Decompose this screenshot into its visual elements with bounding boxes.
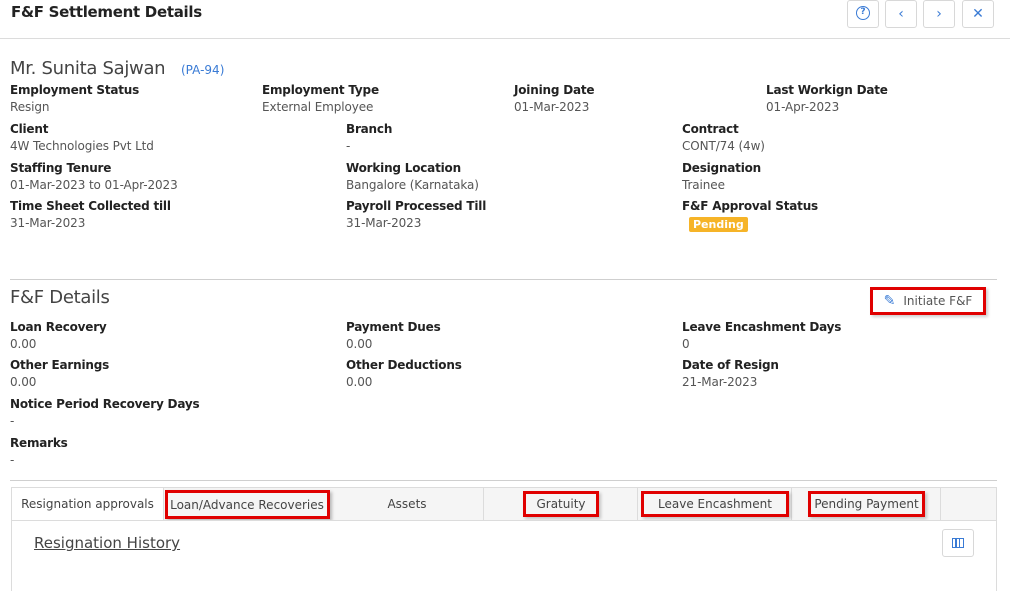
tab-leave-encashment[interactable]: Leave Encashment [639, 488, 792, 520]
field-value: Bangalore (Karnataka) [346, 178, 479, 192]
field-label: Date of Resign [682, 358, 779, 372]
status-badge: Pending [689, 217, 748, 232]
help-icon: ? [856, 6, 870, 20]
field-label: Last Workign Date [766, 83, 888, 97]
employment-type-field: Employment Type External Employee [262, 83, 379, 114]
field-value: 01-Apr-2023 [766, 100, 840, 114]
field-label: Client [10, 122, 49, 136]
field-value: CONT/74 (4w) [682, 139, 765, 153]
tab-label: Pending Payment [808, 491, 925, 517]
field-value: 31-Mar-2023 [346, 216, 422, 230]
loan-recovery-field: Loan Recovery 0.00 [10, 320, 107, 351]
date-of-resign-field: Date of Resign 21-Mar-2023 [682, 358, 779, 389]
field-label: Remarks [10, 436, 68, 450]
page-title: F&F Settlement Details [11, 3, 202, 21]
employee-name: Mr. Sunita Sajwan [10, 58, 166, 79]
field-value: 0.00 [346, 375, 373, 389]
client-field: Client 4W Technologies Pvt Ltd [10, 122, 154, 153]
last-working-date-field: Last Workign Date 01-Apr-2023 [766, 83, 888, 114]
close-icon: ✕ [972, 6, 984, 22]
tab-bar: Resignation approvals Loan/Advance Recov… [11, 487, 997, 520]
approval-status-field: F&F Approval Status Pending [682, 199, 818, 232]
payment-dues-field: Payment Dues 0.00 [346, 320, 441, 351]
tab-content-panel: Resignation History [11, 520, 997, 591]
employee-code-link[interactable]: (PA-94) [181, 63, 224, 77]
field-label: Working Location [346, 161, 461, 175]
pencil-icon: ✎ [883, 293, 896, 309]
field-label: Employment Status [10, 83, 140, 97]
tab-label: Gratuity [523, 491, 599, 517]
field-label: Loan Recovery [10, 320, 107, 334]
initiate-ff-label: Initiate F&F [903, 294, 973, 308]
joining-date-field: Joining Date 01-Mar-2023 [514, 83, 595, 114]
field-value: 01-Mar-2023 [514, 100, 590, 114]
initiate-ff-button[interactable]: ✎ Initiate F&F [870, 287, 986, 315]
help-button[interactable]: ? [847, 0, 879, 28]
staffing-tenure-field: Staffing Tenure 01-Mar-2023 to 01-Apr-20… [10, 161, 178, 192]
tab-label: Loan/Advance Recoveries [170, 497, 324, 512]
remarks-field: Remarks - [10, 436, 68, 467]
field-value: 31-Mar-2023 [10, 216, 86, 230]
field-label: Payment Dues [346, 320, 441, 334]
field-label: Joining Date [514, 83, 595, 97]
payroll-field: Payroll Processed Till 31-Mar-2023 [346, 199, 486, 230]
tab-gratuity[interactable]: Gratuity [485, 488, 638, 520]
working-location-field: Working Location Bangalore (Karnataka) [346, 161, 479, 192]
field-value: 01-Mar-2023 to 01-Apr-2023 [10, 178, 178, 192]
other-earnings-field: Other Earnings 0.00 [10, 358, 109, 389]
field-value: 0.00 [10, 375, 37, 389]
chevron-right-icon: › [936, 6, 942, 22]
tab-loan-advance-recoveries[interactable]: Loan/Advance Recoveries [165, 490, 330, 519]
tab-label: Leave Encashment [641, 491, 789, 517]
tab-assets[interactable]: Assets [331, 488, 484, 520]
chevron-left-icon: ‹ [898, 6, 904, 22]
field-value: - [10, 414, 15, 428]
field-label: Staffing Tenure [10, 161, 112, 175]
field-value: - [346, 139, 351, 153]
timesheet-field: Time Sheet Collected till 31-Mar-2023 [10, 199, 171, 230]
field-value: 0 [682, 337, 690, 351]
other-deductions-field: Other Deductions 0.00 [346, 358, 462, 389]
field-label: Contract [682, 122, 739, 136]
column-settings-button[interactable] [942, 529, 974, 557]
field-label: F&F Approval Status [682, 199, 818, 213]
field-label: Leave Encashment Days [682, 320, 842, 334]
section-divider [10, 480, 997, 481]
employment-status-field: Employment Status Resign [10, 83, 139, 114]
field-label: Designation [682, 161, 762, 175]
leave-encashment-days-field: Leave Encashment Days 0 [682, 320, 841, 351]
notice-period-field: Notice Period Recovery Days - [10, 397, 200, 428]
resignation-history-title[interactable]: Resignation History [34, 534, 180, 552]
columns-icon [952, 538, 964, 548]
section-divider [10, 279, 997, 280]
field-value: 21-Mar-2023 [682, 375, 758, 389]
field-label: Branch [346, 122, 393, 136]
field-label: Notice Period Recovery Days [10, 397, 200, 411]
close-button[interactable]: ✕ [962, 0, 994, 28]
field-label: Other Earnings [10, 358, 110, 372]
field-label: Payroll Processed Till [346, 199, 487, 213]
branch-field: Branch - [346, 122, 392, 153]
tab-label: Resignation approvals [21, 497, 154, 511]
tab-pending-payment[interactable]: Pending Payment [793, 488, 941, 520]
previous-button[interactable]: ‹ [885, 0, 917, 28]
designation-field: Designation Trainee [682, 161, 761, 192]
field-value: 0.00 [10, 337, 37, 351]
field-label: Time Sheet Collected till [10, 199, 171, 213]
contract-field: Contract CONT/74 (4w) [682, 122, 765, 153]
next-button[interactable]: › [923, 0, 955, 28]
field-label: Other Deductions [346, 358, 462, 372]
field-value: Resign [10, 100, 50, 114]
field-value: Trainee [682, 178, 725, 192]
field-label: Employment Type [262, 83, 379, 97]
tab-label: Assets [387, 497, 427, 511]
tab-resignation-approvals[interactable]: Resignation approvals [12, 488, 164, 520]
field-value: External Employee [262, 100, 374, 114]
section-title: F&F Details [10, 287, 110, 308]
page-header: F&F Settlement Details ? ‹ › ✕ [0, 0, 1010, 39]
field-value: - [10, 453, 15, 467]
field-value: 0.00 [346, 337, 373, 351]
field-value: 4W Technologies Pvt Ltd [10, 139, 154, 153]
